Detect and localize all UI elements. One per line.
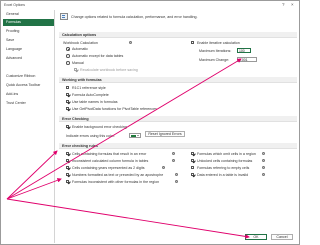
sidebar-item-quick-access-toolbar[interactable]: Quick Access Toolbar [3, 82, 54, 89]
rule-checkbox[interactable] [191, 173, 195, 177]
rule-label: Inconsistent calculated column formula i… [72, 159, 149, 163]
sidebar-item-customize-ribbon[interactable]: Customize Ribbon [3, 73, 54, 80]
sidebar-item-formulas[interactable]: Formulas [3, 19, 54, 26]
indicate-errors-color-label: Indicate errors using this color: [66, 134, 115, 138]
rule-label: Formulas referring to empty cells [197, 166, 250, 170]
automatic-label: Automatic [72, 47, 88, 51]
rule-label: Data entered in a table is invalid [197, 173, 249, 177]
rule-label: Cells containing formulas that result in… [72, 152, 147, 156]
formulas-panel: Change options related to formula calcul… [57, 10, 299, 243]
recalculate-before-saving-label: Recalculate workbook before saving [80, 68, 138, 72]
rule-label: Numbers formatted as text or preceded by… [72, 173, 164, 177]
section-working-with-formulas: Working with formulas [59, 77, 297, 83]
rule-label: Unlocked cells containing formulas [197, 159, 253, 163]
recalculate-before-saving-checkbox[interactable] [74, 68, 78, 72]
formula-autocomplete-checkbox[interactable] [66, 93, 70, 97]
sidebar-item-proofing[interactable]: Proofing [3, 28, 54, 35]
rule-checkbox[interactable] [191, 159, 195, 163]
rule-checkbox[interactable] [66, 173, 70, 177]
max-iterations-input[interactable]: 100 [237, 48, 251, 53]
table-names-checkbox[interactable] [66, 100, 70, 104]
info-icon: i [129, 41, 133, 45]
workbook-calculation-label: Workbook Calculation [63, 41, 98, 45]
info-icon: i [262, 173, 266, 177]
rule-checkbox[interactable] [191, 152, 195, 156]
info-icon: i [162, 166, 166, 170]
rule-label: Formulas inconsistent with other formula… [72, 180, 160, 184]
sidebar-item-trust-center[interactable]: Trust Center [3, 100, 54, 107]
section-calculation-options: Calculation options [59, 32, 297, 38]
help-button[interactable]: ? [282, 2, 285, 7]
background-error-checking-label: Enable background error checking [72, 125, 127, 129]
cancel-button[interactable]: Cancel [271, 234, 293, 240]
sidebar-item-advanced[interactable]: Advanced [3, 55, 54, 62]
rule-checkbox[interactable] [66, 152, 70, 156]
sidebar-item-language[interactable]: Language [3, 46, 54, 53]
automatic-except-tables-radio[interactable] [66, 54, 70, 58]
background-error-checking-checkbox[interactable] [66, 125, 70, 129]
manual-radio[interactable] [66, 61, 70, 65]
max-change-label: Maximum Change: [199, 58, 230, 62]
enable-iterative-checkbox[interactable] [191, 41, 195, 45]
info-icon: i [172, 159, 176, 163]
close-button[interactable]: × [291, 2, 294, 7]
formula-autocomplete-label: Formula AutoComplete [72, 93, 109, 97]
rule-label: Formulas which omit cells in a region [197, 152, 256, 156]
automatic-except-tables-label: Automatic except for data tables [72, 54, 124, 58]
info-icon: i [262, 159, 266, 163]
max-change-input[interactable]: 0.001 [237, 57, 257, 62]
formula-options-icon [60, 13, 68, 20]
section-error-checking: Error Checking [59, 116, 297, 122]
ok-button[interactable]: OK [245, 234, 267, 240]
window-title: Excel Options [4, 3, 25, 7]
options-sidebar: General Formulas Proofing Save Language … [3, 10, 55, 243]
r1c1-label: R1C1 reference style [72, 86, 106, 90]
error-color-picker[interactable] [129, 133, 141, 138]
max-iterations-label: Maximum Iterations: [199, 49, 232, 53]
automatic-radio[interactable] [66, 47, 70, 51]
rule-checkbox[interactable] [191, 166, 195, 170]
info-icon: i [175, 180, 179, 184]
manual-label: Manual [72, 61, 84, 65]
info-icon: i [262, 166, 266, 170]
reset-ignored-errors-button[interactable]: Reset Ignored Errors [145, 131, 185, 137]
sidebar-item-save[interactable]: Save [3, 37, 54, 44]
rule-checkbox[interactable] [66, 180, 70, 184]
info-icon: i [175, 173, 179, 177]
title-bar: Excel Options ? × [1, 1, 299, 9]
sidebar-item-general[interactable]: General [3, 11, 54, 18]
info-icon: i [262, 152, 266, 156]
enable-iterative-label: Enable iterative calculation [197, 41, 240, 45]
page-intro: Change options related to formula calcul… [71, 15, 198, 19]
rule-label: Cells containing years represented as 2 … [72, 166, 145, 170]
table-names-label: Use table names in formulas [72, 100, 118, 104]
sidebar-item-add-ins[interactable]: Add-ins [3, 91, 54, 98]
info-icon: i [172, 152, 176, 156]
section-error-checking-rules: Error checking rules [59, 143, 297, 149]
getpivotdata-checkbox[interactable] [66, 107, 70, 111]
r1c1-checkbox[interactable] [66, 86, 70, 90]
getpivotdata-label: Use GetPivotData functions for PivotTabl… [72, 107, 157, 111]
rule-checkbox[interactable] [66, 159, 70, 163]
rule-checkbox[interactable] [66, 166, 70, 170]
excel-options-dialog: Excel Options ? × General Formulas Proof… [0, 0, 300, 245]
